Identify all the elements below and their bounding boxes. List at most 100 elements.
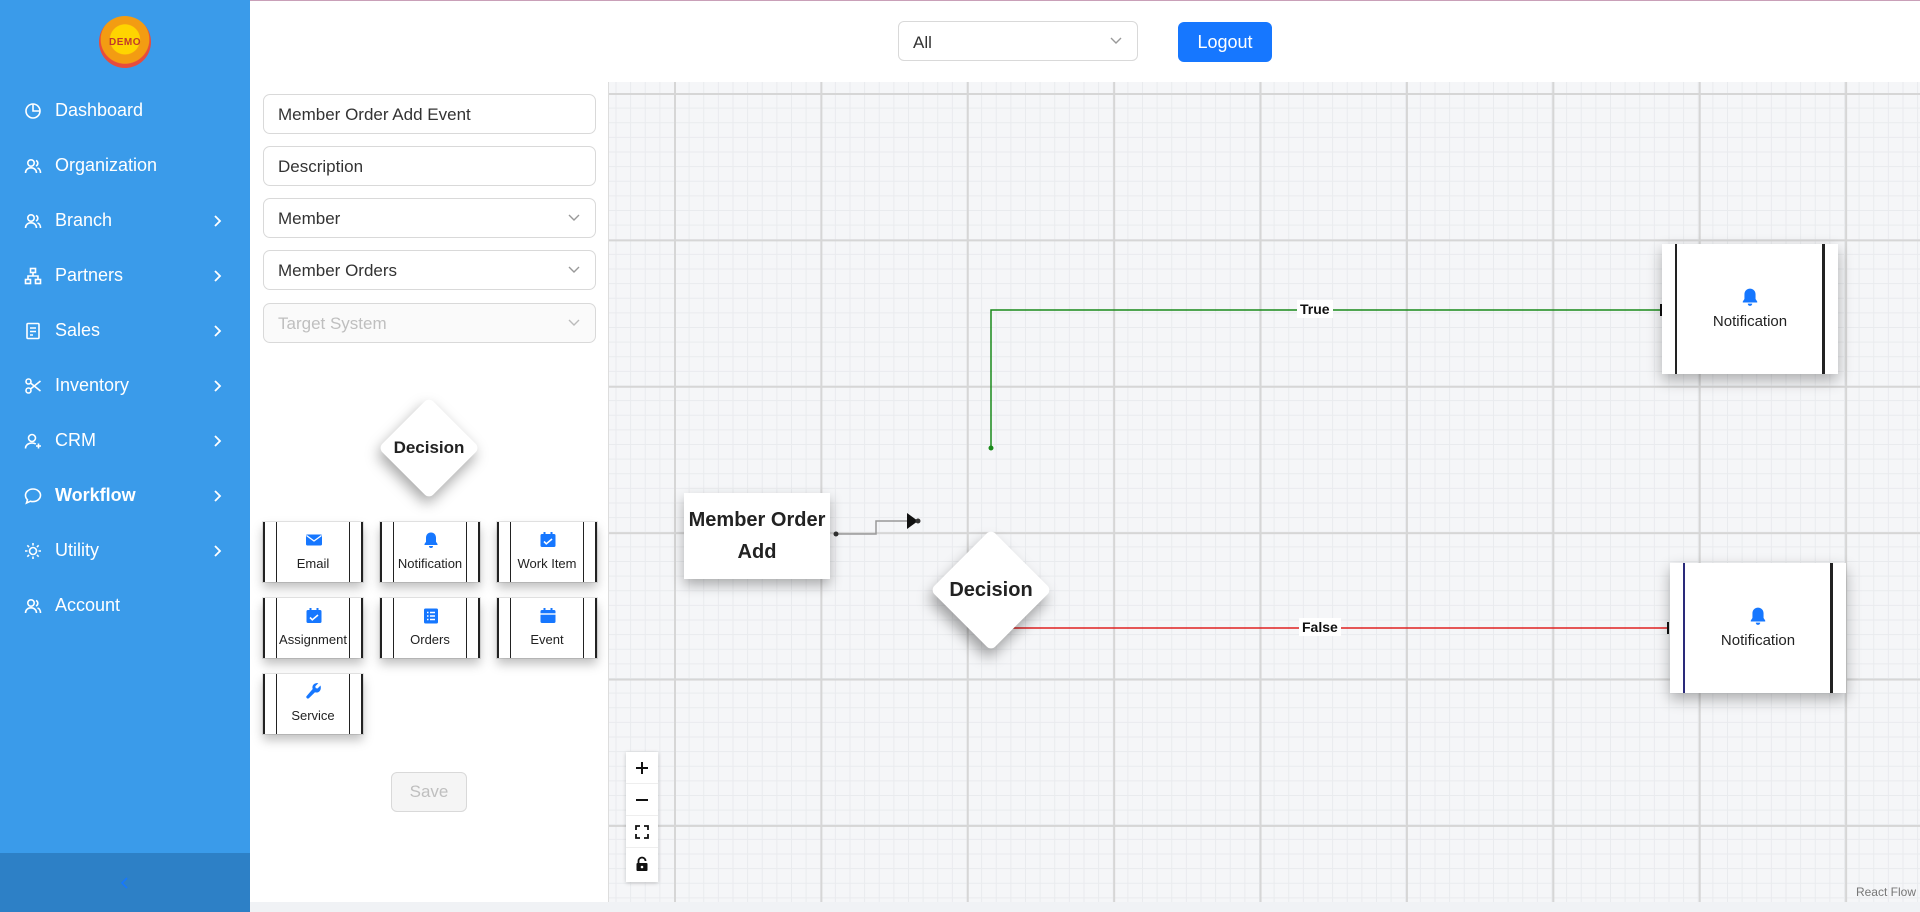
workflow-name-value: Member Order Add Event [278, 105, 471, 124]
workflow-name-input[interactable]: Member Order Add Event [263, 94, 596, 134]
chevron-down-icon [568, 266, 580, 273]
palette-tile-work-item[interactable]: Work Item [497, 522, 597, 582]
sidebar-item-workflow[interactable]: Workflow [0, 473, 250, 519]
team-icon [24, 213, 42, 229]
palette-tile-service[interactable]: Service [263, 674, 363, 734]
sidebar-item-label: Inventory [55, 375, 130, 395]
edge-true[interactable] [990, 309, 1662, 448]
list-icon [424, 608, 438, 624]
tile-label: Event [530, 632, 564, 647]
wrench-icon [306, 683, 321, 699]
zoom-in-button[interactable] [626, 752, 658, 784]
sidebar-collapse-button[interactable] [0, 853, 250, 912]
decision-node[interactable]: Decision [921, 520, 1061, 660]
notification-node-label: Notification [1720, 632, 1796, 649]
sidebar-item-label: CRM [55, 430, 96, 450]
notification-node-label: Notification [1712, 313, 1788, 330]
filter-select-value: All [913, 33, 932, 52]
sidebar-item-organization[interactable]: Organization [0, 143, 250, 189]
chevron-right-icon [214, 545, 222, 557]
target-system-select[interactable]: Target System [263, 303, 596, 343]
chevron-right-icon [214, 490, 222, 502]
sidebar-item-label: Partners [55, 265, 124, 285]
company-logo[interactable]: DEMO [99, 16, 151, 68]
scissors-icon [25, 378, 41, 394]
sidebar-item-label: Branch [55, 210, 113, 230]
sidebar-item-label: Utility [55, 540, 99, 560]
sidebar-item-label: Workflow [55, 485, 136, 505]
sun-icon [25, 543, 41, 559]
tile-label: Assignment [279, 632, 347, 647]
entity-select[interactable]: Member [263, 198, 596, 238]
team-icon [24, 158, 42, 174]
message-icon [24, 488, 42, 505]
tile-label: Email [296, 556, 330, 571]
palette-tile-orders[interactable]: Orders [380, 598, 480, 658]
sidebar-item-crm[interactable]: CRM [0, 418, 250, 464]
tile-label: Service [291, 708, 335, 723]
sidebar-item-sales[interactable]: Sales [0, 308, 250, 354]
calendar-check-icon [306, 608, 322, 623]
palette-tile-notification[interactable]: Notification [380, 522, 480, 582]
filter-select[interactable]: All [898, 21, 1138, 61]
flow-controls [626, 752, 658, 882]
calendar-icon [540, 608, 556, 623]
edge-start-to-decision[interactable] [836, 520, 907, 535]
sidebar-item-label: Dashboard [55, 100, 144, 120]
bell-icon [1742, 288, 1758, 306]
fit-view-icon [635, 824, 649, 839]
zoom-out-icon [636, 798, 648, 801]
target-system-placeholder: Target System [278, 314, 387, 333]
description-value: Description [278, 157, 364, 176]
fit-view-button[interactable] [626, 816, 658, 848]
react-flow-attribution[interactable]: React Flow [1856, 885, 1916, 899]
chevron-right-icon [214, 325, 222, 337]
edge-true-label: True [1297, 300, 1333, 318]
tile-label: Orders [410, 632, 450, 647]
sidebar-item-account[interactable]: Account [0, 583, 250, 629]
start-node-member-order-add[interactable]: Member Order Add [684, 493, 830, 579]
chevron-right-icon [214, 435, 222, 447]
description-input[interactable]: Description [263, 146, 596, 186]
target-handle[interactable] [915, 518, 921, 524]
sidebar-item-branch[interactable]: Branch [0, 198, 250, 244]
palette-decision-node[interactable]: Decision [371, 390, 487, 506]
sidebar-item-inventory[interactable]: Inventory [0, 363, 250, 409]
event-select[interactable]: Member Orders [263, 250, 596, 290]
logout-button[interactable]: Logout [1178, 22, 1272, 62]
event-select-value: Member Orders [278, 261, 398, 280]
flow-canvas[interactable]: True False Member Order Add Decision Noti… [609, 82, 1920, 902]
lock-button[interactable] [626, 848, 658, 880]
chevron-down-icon [568, 214, 580, 221]
palette-tile-event[interactable]: Event [497, 598, 597, 658]
sidebar-item-partners[interactable]: Partners [0, 253, 250, 299]
receipt-icon [26, 322, 40, 340]
palette-tile-assignment[interactable]: Assignment [263, 598, 363, 658]
notification-node-true[interactable]: Notification [1662, 244, 1838, 374]
pie-chart-icon [25, 103, 41, 119]
start-node-label: Member Order Add [688, 509, 826, 563]
save-button[interactable]: Save [391, 772, 467, 812]
flow-edges [833, 304, 1681, 634]
edge-false-label: False [1299, 618, 1341, 636]
zoom-in-icon [636, 761, 648, 774]
true-source-handle[interactable] [988, 445, 994, 451]
sidebar: DEMO Dashboard Organization Branch Partn… [0, 0, 250, 912]
sidebar-item-label: Organization [55, 155, 158, 175]
sidebar-item-label: Sales [55, 320, 101, 340]
palette-tile-email[interactable]: Email [263, 522, 363, 582]
logo-text: DEMO [109, 36, 141, 48]
lock-icon [636, 856, 648, 871]
decision-node-label: Decision [949, 578, 1033, 601]
notification-node-false[interactable]: Notification [1670, 563, 1846, 693]
mail-icon [306, 534, 322, 546]
source-handle[interactable] [833, 531, 839, 537]
sidebar-item-dashboard[interactable]: Dashboard [0, 88, 250, 134]
tile-label: Work Item [517, 556, 577, 571]
sidebar-item-utility[interactable]: Utility [0, 528, 250, 574]
chevron-down-icon [1110, 37, 1122, 44]
bell-icon [1750, 607, 1766, 625]
team-icon [24, 598, 42, 614]
calendar-check-icon [540, 532, 556, 547]
zoom-out-button[interactable] [626, 784, 658, 816]
